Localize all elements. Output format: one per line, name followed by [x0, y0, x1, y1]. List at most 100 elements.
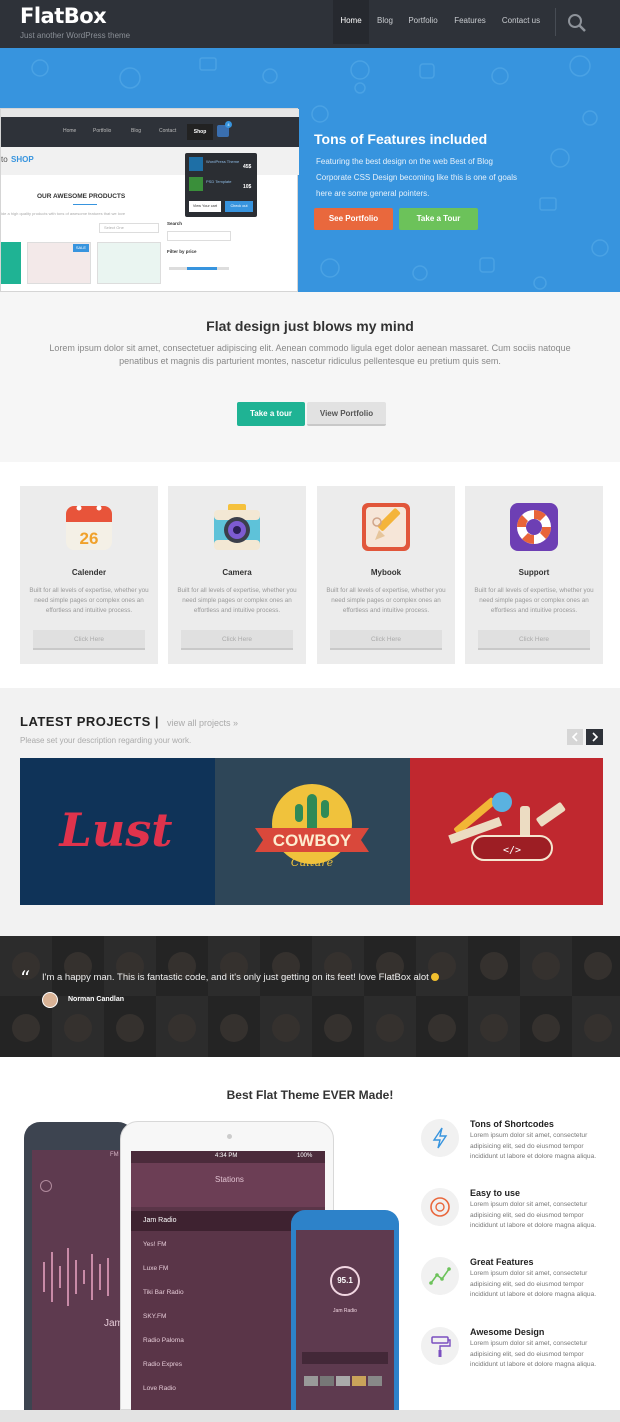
svg-text:</>: </> — [503, 845, 521, 856]
shop-mockup: Home Portfolio Blog Contact Shop 4 to SH… — [0, 108, 299, 292]
avatar — [42, 992, 58, 1008]
chart-icon — [421, 1257, 459, 1295]
cowboy-culture-logo: COWBOY Culture — [255, 784, 369, 869]
mock-nav-shop: Shop — [187, 124, 213, 140]
feature-title: Great Features — [470, 1257, 534, 1267]
station-item[interactable]: Love Radio — [143, 1385, 176, 1392]
phone-left-label: FM — [110, 1152, 119, 1158]
mock-cart-item-2: PSD Template — [206, 179, 232, 184]
mock-cart-dropdown: WordPress Theme 45$ PSD Template 10$ Vie… — [185, 153, 257, 217]
mock-cart-count: 4 — [225, 121, 232, 128]
mock-products-title: OUR AWESOME PRODUCTS — [37, 193, 126, 200]
projects-description: Please set your description regarding yo… — [20, 736, 192, 745]
feature-title: Mybook — [370, 568, 402, 577]
chevron-right-icon[interactable] — [586, 729, 603, 745]
hero-title: Tons of Features included — [314, 131, 488, 147]
hero-text: Featuring the best design on the web Bes… — [316, 157, 517, 198]
mock-cart-price-1: 45$ — [243, 164, 252, 170]
frequency-readout: 95.1 — [337, 1276, 353, 1285]
feature-text: Lorem ipsum dolor sit amet, consectetur … — [470, 1201, 597, 1229]
station-item[interactable]: Radio Paloma — [143, 1337, 184, 1344]
svg-text:COWBOY: COWBOY — [273, 831, 352, 850]
phone-left: FM Jam — [24, 1122, 134, 1410]
feature-title: Camera — [222, 568, 252, 577]
project-tile-tools[interactable]: </> — [410, 758, 603, 905]
station-item[interactable]: Radio Expres — [143, 1361, 182, 1368]
quote-icon: “ — [20, 966, 31, 990]
take-a-tour-button[interactable]: Take a tour — [237, 402, 305, 426]
paint-roller-icon — [421, 1327, 459, 1365]
feature-card-calender: 26 Calender Built for all levels of expe… — [20, 486, 158, 664]
mock-select: Select One — [99, 223, 159, 233]
feature-text: Lorem ipsum dolor sit amet, consectetur … — [470, 1340, 597, 1368]
feature-title: Easy to use — [470, 1188, 521, 1198]
testimonial-author: Norman Candlan — [68, 996, 125, 1003]
chevron-left-icon[interactable] — [567, 729, 583, 745]
site-logo[interactable]: FlatBox — [20, 4, 107, 28]
notebook-icon — [362, 503, 410, 551]
camera-icon — [214, 504, 260, 550]
calendar-day: 26 — [80, 529, 99, 548]
feature-title: Awesome Design — [470, 1327, 545, 1337]
mock-heading-prefix: to — [1, 155, 8, 164]
feature-text: Built for all levels of expertise, wheth… — [177, 587, 297, 614]
nav-divider — [555, 8, 556, 36]
take-a-tour-button[interactable]: Take a Tour — [399, 208, 478, 230]
feature-card-mybook: Mybook Built for all levels of expertise… — [317, 486, 455, 664]
click-here-button[interactable]: Click Here — [478, 630, 590, 650]
swiss-knife-illustration: </> — [448, 792, 566, 861]
nav-blog[interactable]: Blog — [372, 0, 398, 44]
station-item[interactable]: Tiki Bar Radio — [143, 1289, 184, 1296]
phone-right: 95.1 Jam Radio — [291, 1210, 399, 1410]
nav-features[interactable]: Features — [450, 0, 490, 44]
footer-strip — [0, 1410, 620, 1422]
intro-text: Lorem ipsum dolor sit amet, consectetuer… — [49, 343, 571, 366]
station-item[interactable]: Yes! FM — [143, 1241, 167, 1248]
station-item[interactable]: Jam Radio — [143, 1217, 176, 1224]
projects-section: LATEST PROJECTS | view all projects » Pl… — [0, 688, 620, 936]
hero-section: Home Portfolio Blog Contact Shop 4 to SH… — [0, 48, 620, 292]
click-here-button[interactable]: Click Here — [330, 630, 442, 650]
mock-heading: SHOP — [11, 155, 34, 164]
feature-card-support: Support Built for all levels of expertis… — [465, 486, 603, 664]
view-all-projects-link[interactable]: view all projects » — [167, 718, 238, 728]
mock-nav-portfolio: Portfolio — [93, 128, 112, 134]
phone-right-station: Jam Radio — [333, 1308, 357, 1314]
testimonial-quote: I'm a happy man. This is fantastic code,… — [42, 972, 440, 983]
click-here-button[interactable]: Click Here — [33, 630, 145, 650]
phone-right-screen: 95.1 Jam Radio — [296, 1230, 394, 1410]
site-header: FlatBox Just another WordPress theme Hom… — [0, 0, 620, 48]
lifebuoy-icon — [421, 1188, 459, 1226]
station-item[interactable]: Luxe FM — [143, 1265, 168, 1272]
view-portfolio-button[interactable]: View Portfolio — [307, 402, 386, 426]
mock-nav-contact: Contact — [159, 128, 177, 134]
intro-section: Flat design just blows my mind Lorem ips… — [0, 292, 620, 462]
tablet-header: Stations — [215, 1175, 244, 1184]
mock-checkout: Check out — [225, 201, 253, 212]
smiley-icon — [431, 973, 440, 982]
mock-nav-home: Home — [63, 128, 77, 134]
svg-text:Lust: Lust — [58, 803, 173, 857]
feature-card-camera: Camera Built for all levels of expertise… — [168, 486, 306, 664]
lust-logo: Lust — [58, 803, 173, 857]
station-item[interactable]: SKY.FM — [143, 1313, 166, 1320]
feature-title: Calender — [71, 568, 107, 577]
feature-text: Built for all levels of expertise, wheth… — [326, 587, 446, 614]
feature-text: Built for all levels of expertise, wheth… — [474, 587, 594, 614]
project-tile-cowboy[interactable]: COWBOY Culture — [215, 758, 410, 905]
nav-home[interactable]: Home — [333, 0, 369, 44]
calendar-icon: 26 — [66, 505, 112, 550]
mock-products-sub: ide a high quality products with tons of… — [1, 211, 126, 216]
mock-search-label: Search — [167, 221, 183, 226]
click-here-button[interactable]: Click Here — [181, 630, 293, 650]
search-icon[interactable] — [566, 12, 588, 34]
mock-nav-blog: Blog — [131, 128, 142, 134]
projects-title: LATEST PROJECTS | — [20, 714, 160, 729]
project-tile-lust[interactable]: Lust — [20, 758, 215, 905]
mock-sale-badge: SALE — [73, 244, 89, 252]
nav-portfolio[interactable]: Portfolio — [403, 0, 443, 44]
nav-contact[interactable]: Contact us — [497, 0, 545, 44]
mock-cart-price-2: 10$ — [243, 184, 252, 190]
equalizer-graphic — [43, 1248, 109, 1306]
see-portfolio-button[interactable]: See Portfolio — [314, 208, 393, 230]
